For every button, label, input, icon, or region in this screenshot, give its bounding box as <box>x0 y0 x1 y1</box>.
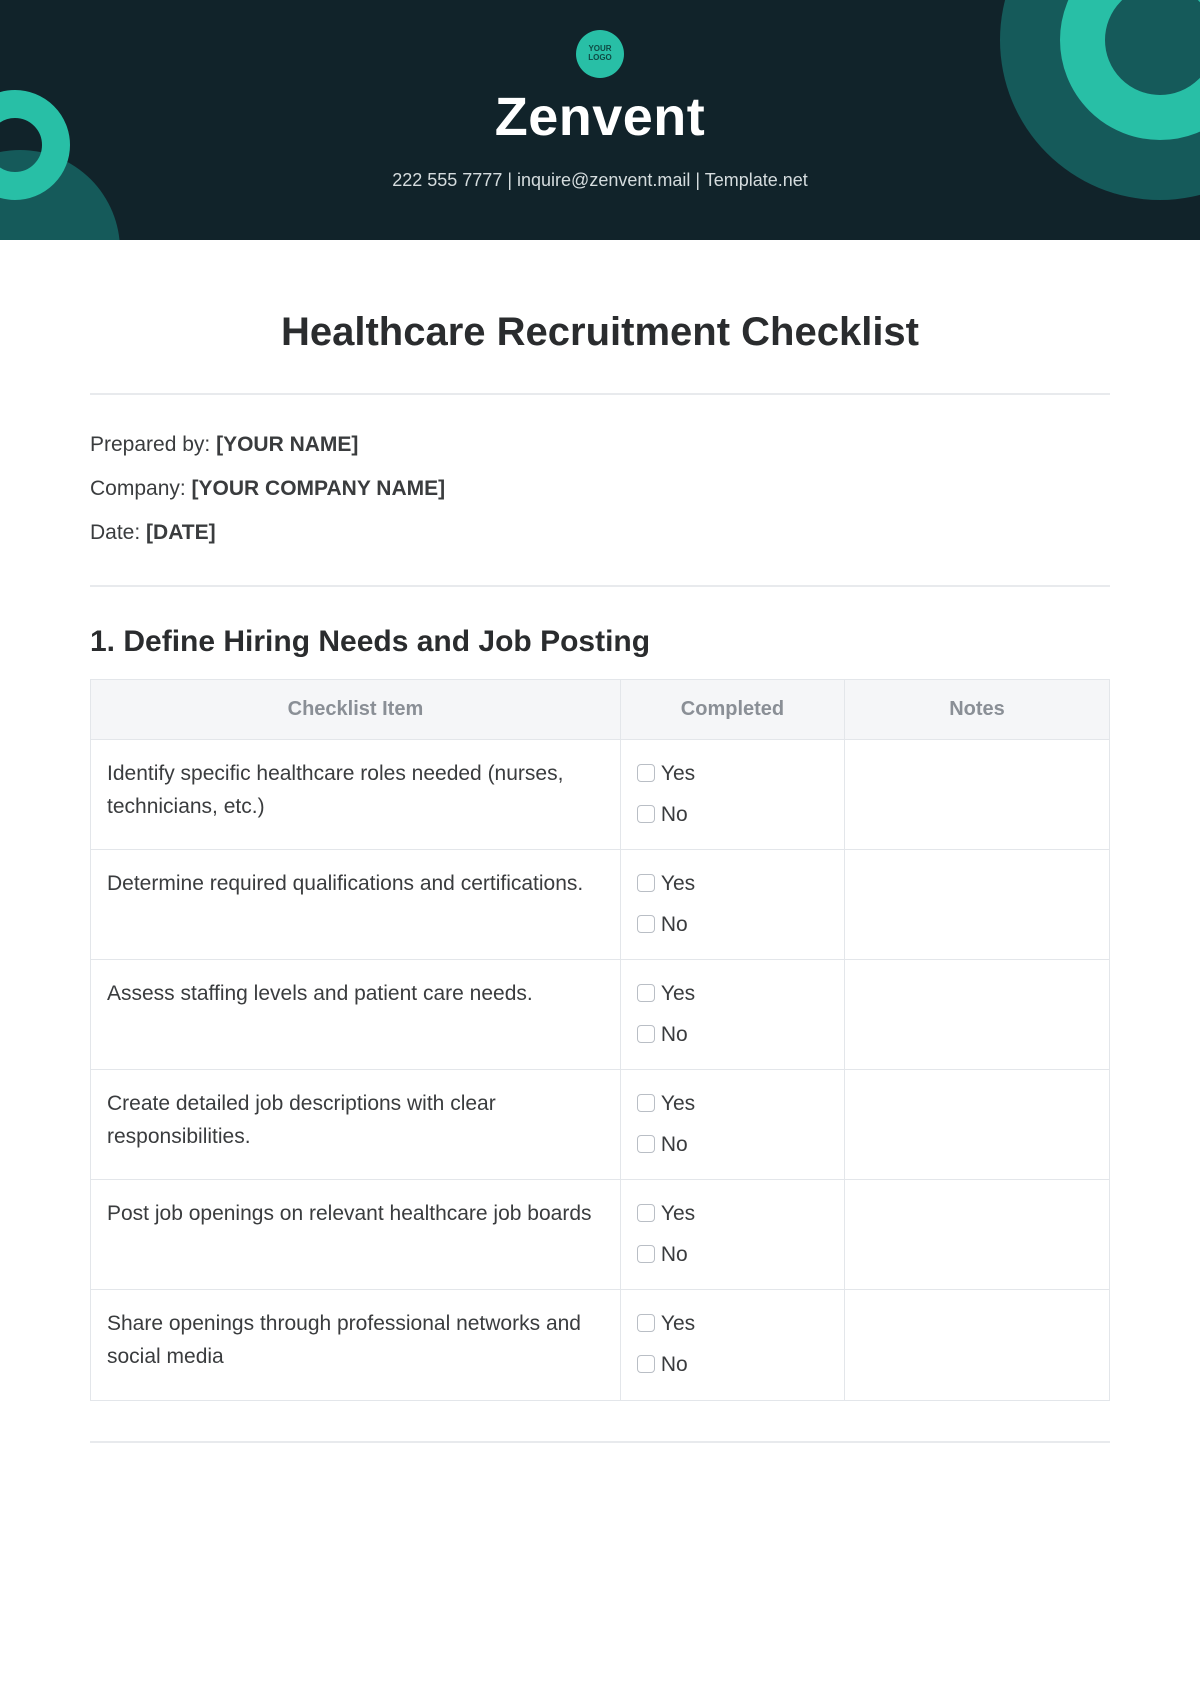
no-label: No <box>661 803 688 826</box>
yes-label: Yes <box>661 762 695 785</box>
checklist-item-text: Create detailed job descriptions with cl… <box>91 1070 621 1180</box>
table-row: Identify specific healthcare roles neede… <box>91 740 1110 850</box>
checkbox-no[interactable] <box>637 1245 655 1263</box>
notes-cell[interactable] <box>845 1070 1110 1180</box>
page-body: Healthcare Recruitment Checklist Prepare… <box>0 240 1200 1483</box>
table-row: Share openings through professional netw… <box>91 1290 1110 1400</box>
meta-prepared: Prepared by: [YOUR NAME] <box>90 433 1110 457</box>
yes-label: Yes <box>661 1092 695 1115</box>
notes-cell[interactable] <box>845 740 1110 850</box>
checkbox-no[interactable] <box>637 805 655 823</box>
checkbox-yes[interactable] <box>637 1204 655 1222</box>
brand-name: Zenvent <box>0 86 1200 148</box>
meta-date-label: Date: <box>90 521 146 544</box>
checklist-item-text: Determine required qualifications and ce… <box>91 850 621 960</box>
contact-line: 222 555 7777 | inquire@zenvent.mail | Te… <box>0 170 1200 191</box>
yes-label: Yes <box>661 982 695 1005</box>
table-row: Post job openings on relevant healthcare… <box>91 1180 1110 1290</box>
logo-badge: YOUR LOGO <box>576 30 624 78</box>
document-title: Healthcare Recruitment Checklist <box>90 310 1110 355</box>
checkbox-no[interactable] <box>637 1355 655 1373</box>
checklist-table: Checklist Item Completed Notes Identify … <box>90 679 1110 1401</box>
no-label: No <box>661 1353 688 1376</box>
meta-prepared-value: [YOUR NAME] <box>216 433 358 456</box>
checklist-item-text: Assess staffing levels and patient care … <box>91 960 621 1070</box>
meta-date: Date: [DATE] <box>90 521 1110 545</box>
meta-company-label: Company: <box>90 477 192 500</box>
notes-cell[interactable] <box>845 1290 1110 1400</box>
checkbox-yes[interactable] <box>637 764 655 782</box>
no-label: No <box>661 1133 688 1156</box>
col-header-notes: Notes <box>845 680 1110 740</box>
logo-text: YOUR LOGO <box>576 45 624 63</box>
no-label: No <box>661 1023 688 1046</box>
section-heading: 1. Define Hiring Needs and Job Posting <box>90 625 1110 659</box>
checkbox-no[interactable] <box>637 1025 655 1043</box>
notes-cell[interactable] <box>845 1180 1110 1290</box>
col-header-item: Checklist Item <box>91 680 621 740</box>
no-label: No <box>661 913 688 936</box>
checkbox-yes[interactable] <box>637 1094 655 1112</box>
notes-cell[interactable] <box>845 850 1110 960</box>
no-label: No <box>661 1243 688 1266</box>
meta-company-value: [YOUR COMPANY NAME] <box>192 477 446 500</box>
meta-company: Company: [YOUR COMPANY NAME] <box>90 477 1110 501</box>
divider <box>90 585 1110 587</box>
checkbox-no[interactable] <box>637 1135 655 1153</box>
notes-cell[interactable] <box>845 960 1110 1070</box>
divider <box>90 393 1110 395</box>
yes-label: Yes <box>661 1202 695 1225</box>
checkbox-yes[interactable] <box>637 1314 655 1332</box>
meta-prepared-label: Prepared by: <box>90 433 216 456</box>
completed-cell: Yes No <box>620 1180 844 1290</box>
completed-cell: Yes No <box>620 850 844 960</box>
yes-label: Yes <box>661 1312 695 1335</box>
completed-cell: Yes No <box>620 960 844 1070</box>
checkbox-no[interactable] <box>637 915 655 933</box>
meta-date-value: [DATE] <box>146 521 216 544</box>
table-row: Create detailed job descriptions with cl… <box>91 1070 1110 1180</box>
checklist-item-text: Share openings through professional netw… <box>91 1290 621 1400</box>
divider <box>90 1441 1110 1443</box>
checklist-item-text: Identify specific healthcare roles neede… <box>91 740 621 850</box>
yes-label: Yes <box>661 872 695 895</box>
checkbox-yes[interactable] <box>637 984 655 1002</box>
table-row: Assess staffing levels and patient care … <box>91 960 1110 1070</box>
document-header: YOUR LOGO Zenvent 222 555 7777 | inquire… <box>0 0 1200 240</box>
completed-cell: Yes No <box>620 1070 844 1180</box>
checklist-item-text: Post job openings on relevant healthcare… <box>91 1180 621 1290</box>
table-row: Determine required qualifications and ce… <box>91 850 1110 960</box>
completed-cell: Yes No <box>620 740 844 850</box>
completed-cell: Yes No <box>620 1290 844 1400</box>
checkbox-yes[interactable] <box>637 874 655 892</box>
col-header-completed: Completed <box>620 680 844 740</box>
